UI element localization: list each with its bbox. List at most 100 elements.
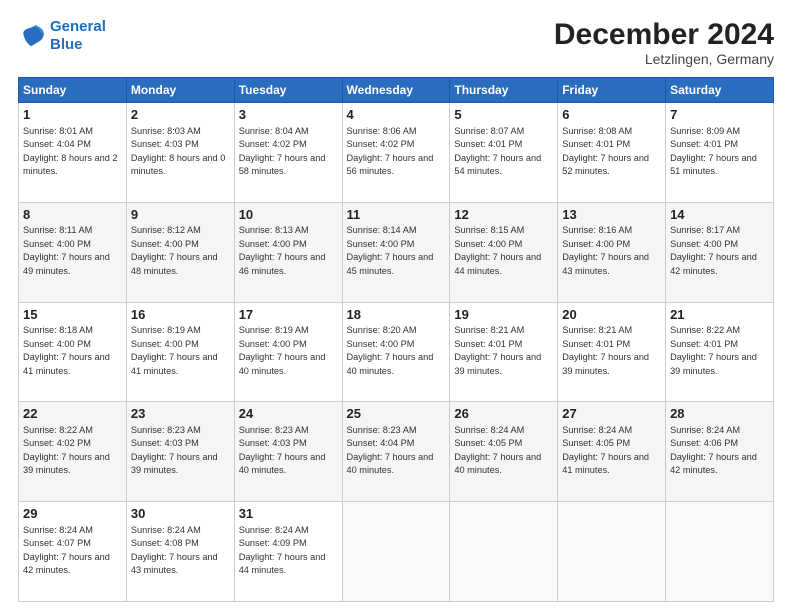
day-info: Sunrise: 8:07 AMSunset: 4:01 PMDaylight:… (454, 126, 541, 177)
calendar-cell: 8Sunrise: 8:11 AMSunset: 4:00 PMDaylight… (19, 202, 127, 302)
day-number: 26 (454, 405, 553, 423)
day-info: Sunrise: 8:01 AMSunset: 4:04 PMDaylight:… (23, 126, 118, 177)
day-number: 24 (239, 405, 338, 423)
calendar-week-2: 8Sunrise: 8:11 AMSunset: 4:00 PMDaylight… (19, 202, 774, 302)
day-number: 4 (347, 106, 446, 124)
day-number: 19 (454, 306, 553, 324)
day-info: Sunrise: 8:04 AMSunset: 4:02 PMDaylight:… (239, 126, 326, 177)
calendar-cell: 3 Sunrise: 8:04 AMSunset: 4:02 PMDaylight… (234, 103, 342, 203)
calendar-cell: 31 Sunrise: 8:24 AMSunset: 4:09 PMDayligh… (234, 502, 342, 602)
day-number: 13 (562, 206, 661, 224)
calendar-cell: 1 Sunrise: 8:01 AMSunset: 4:04 PMDaylight… (19, 103, 127, 203)
day-info: Sunrise: 8:15 AMSunset: 4:00 PMDaylight:… (454, 225, 541, 276)
day-info: Sunrise: 8:13 AMSunset: 4:00 PMDaylight:… (239, 225, 326, 276)
day-info: Sunrise: 8:06 AMSunset: 4:02 PMDaylight:… (347, 126, 434, 177)
calendar-cell: 22 Sunrise: 8:22 AMSunset: 4:02 PMDayligh… (19, 402, 127, 502)
day-info: Sunrise: 8:21 AMSunset: 4:01 PMDaylight:… (562, 325, 649, 376)
day-number: 31 (239, 505, 338, 523)
day-number: 11 (347, 206, 446, 224)
calendar-page: General Blue December 2024 Letzlingen, G… (0, 0, 792, 612)
day-info: Sunrise: 8:22 AMSunset: 4:01 PMDaylight:… (670, 325, 757, 376)
calendar-cell: 20Sunrise: 8:21 AMSunset: 4:01 PMDayligh… (558, 302, 666, 402)
calendar-cell: 14Sunrise: 8:17 AMSunset: 4:00 PMDayligh… (666, 202, 774, 302)
day-number: 22 (23, 405, 122, 423)
day-number: 29 (23, 505, 122, 523)
calendar-cell (558, 502, 666, 602)
calendar-week-5: 29 Sunrise: 8:24 AMSunset: 4:07 PMDayligh… (19, 502, 774, 602)
title-block: December 2024 Letzlingen, Germany (554, 18, 774, 67)
logo-text: General Blue (50, 18, 106, 54)
day-number: 25 (347, 405, 446, 423)
calendar-body: 1 Sunrise: 8:01 AMSunset: 4:04 PMDaylight… (19, 103, 774, 602)
day-info: Sunrise: 8:21 AMSunset: 4:01 PMDaylight:… (454, 325, 541, 376)
day-number: 30 (131, 505, 230, 523)
calendar-week-3: 15Sunrise: 8:18 AMSunset: 4:00 PMDayligh… (19, 302, 774, 402)
day-info: Sunrise: 8:16 AMSunset: 4:00 PMDaylight:… (562, 225, 649, 276)
calendar-cell: 25 Sunrise: 8:23 AMSunset: 4:04 PMDayligh… (342, 402, 450, 502)
day-number: 21 (670, 306, 769, 324)
day-info: Sunrise: 8:24 AMSunset: 4:05 PMDaylight:… (562, 425, 649, 476)
calendar-cell: 24 Sunrise: 8:23 AMSunset: 4:03 PMDayligh… (234, 402, 342, 502)
day-info: Sunrise: 8:24 AMSunset: 4:09 PMDaylight:… (239, 525, 326, 576)
day-number: 20 (562, 306, 661, 324)
day-info: Sunrise: 8:23 AMSunset: 4:03 PMDaylight:… (239, 425, 326, 476)
calendar-cell (342, 502, 450, 602)
calendar-cell: 9Sunrise: 8:12 AMSunset: 4:00 PMDaylight… (126, 202, 234, 302)
calendar-cell: 11Sunrise: 8:14 AMSunset: 4:00 PMDayligh… (342, 202, 450, 302)
calendar-cell: 23 Sunrise: 8:23 AMSunset: 4:03 PMDayligh… (126, 402, 234, 502)
calendar-week-4: 22 Sunrise: 8:22 AMSunset: 4:02 PMDayligh… (19, 402, 774, 502)
calendar-cell: 5Sunrise: 8:07 AMSunset: 4:01 PMDaylight… (450, 103, 558, 203)
day-info: Sunrise: 8:20 AMSunset: 4:00 PMDaylight:… (347, 325, 434, 376)
day-number: 6 (562, 106, 661, 124)
day-info: Sunrise: 8:24 AMSunset: 4:08 PMDaylight:… (131, 525, 218, 576)
day-number: 10 (239, 206, 338, 224)
day-number: 15 (23, 306, 122, 324)
day-number: 9 (131, 206, 230, 224)
day-info: Sunrise: 8:08 AMSunset: 4:01 PMDaylight:… (562, 126, 649, 177)
day-info: Sunrise: 8:23 AMSunset: 4:03 PMDaylight:… (131, 425, 218, 476)
col-sunday: Sunday (19, 78, 127, 103)
header: General Blue December 2024 Letzlingen, G… (18, 18, 774, 67)
day-info: Sunrise: 8:22 AMSunset: 4:02 PMDaylight:… (23, 425, 110, 476)
calendar-title: December 2024 (554, 18, 774, 51)
day-number: 17 (239, 306, 338, 324)
calendar-cell: 28Sunrise: 8:24 AMSunset: 4:06 PMDayligh… (666, 402, 774, 502)
calendar-cell: 19Sunrise: 8:21 AMSunset: 4:01 PMDayligh… (450, 302, 558, 402)
day-number: 12 (454, 206, 553, 224)
day-number: 3 (239, 106, 338, 124)
day-number: 18 (347, 306, 446, 324)
day-number: 7 (670, 106, 769, 124)
calendar-cell: 27Sunrise: 8:24 AMSunset: 4:05 PMDayligh… (558, 402, 666, 502)
day-number: 2 (131, 106, 230, 124)
calendar-cell: 15Sunrise: 8:18 AMSunset: 4:00 PMDayligh… (19, 302, 127, 402)
calendar-cell: 13Sunrise: 8:16 AMSunset: 4:00 PMDayligh… (558, 202, 666, 302)
calendar-cell: 16Sunrise: 8:19 AMSunset: 4:00 PMDayligh… (126, 302, 234, 402)
calendar-week-1: 1 Sunrise: 8:01 AMSunset: 4:04 PMDaylight… (19, 103, 774, 203)
day-number: 1 (23, 106, 122, 124)
calendar-cell: 12Sunrise: 8:15 AMSunset: 4:00 PMDayligh… (450, 202, 558, 302)
day-info: Sunrise: 8:24 AMSunset: 4:07 PMDaylight:… (23, 525, 110, 576)
calendar-cell: 17Sunrise: 8:19 AMSunset: 4:00 PMDayligh… (234, 302, 342, 402)
day-number: 23 (131, 405, 230, 423)
day-info: Sunrise: 8:24 AMSunset: 4:05 PMDaylight:… (454, 425, 541, 476)
logo-icon (18, 22, 46, 50)
calendar-cell: 7Sunrise: 8:09 AMSunset: 4:01 PMDaylight… (666, 103, 774, 203)
col-saturday: Saturday (666, 78, 774, 103)
col-tuesday: Tuesday (234, 78, 342, 103)
calendar-cell (666, 502, 774, 602)
calendar-cell (450, 502, 558, 602)
day-number: 14 (670, 206, 769, 224)
logo: General Blue (18, 18, 106, 54)
col-wednesday: Wednesday (342, 78, 450, 103)
calendar-cell: 18Sunrise: 8:20 AMSunset: 4:00 PMDayligh… (342, 302, 450, 402)
calendar-cell: 29 Sunrise: 8:24 AMSunset: 4:07 PMDayligh… (19, 502, 127, 602)
day-info: Sunrise: 8:03 AMSunset: 4:03 PMDaylight:… (131, 126, 226, 177)
calendar-cell: 30 Sunrise: 8:24 AMSunset: 4:08 PMDayligh… (126, 502, 234, 602)
day-number: 28 (670, 405, 769, 423)
day-info: Sunrise: 8:11 AMSunset: 4:00 PMDaylight:… (23, 225, 110, 276)
day-info: Sunrise: 8:19 AMSunset: 4:00 PMDaylight:… (239, 325, 326, 376)
day-info: Sunrise: 8:19 AMSunset: 4:00 PMDaylight:… (131, 325, 218, 376)
col-friday: Friday (558, 78, 666, 103)
calendar-subtitle: Letzlingen, Germany (554, 51, 774, 67)
day-info: Sunrise: 8:23 AMSunset: 4:04 PMDaylight:… (347, 425, 434, 476)
